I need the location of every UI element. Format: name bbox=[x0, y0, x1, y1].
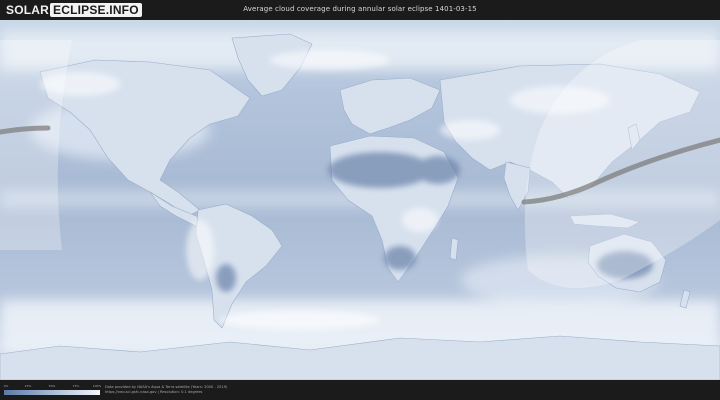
legend-tick-25: 25% bbox=[24, 384, 32, 388]
cloud-coverage-legend: 0% 25% 50% 75% 100% bbox=[3, 384, 102, 396]
world-map-svg bbox=[0, 20, 720, 380]
legend-color-bar bbox=[4, 390, 100, 395]
legend-tick-75: 75% bbox=[72, 384, 80, 388]
data-credits: Data provided by NASA's Aqua & Terra sat… bbox=[105, 385, 227, 395]
cloud-coverage-map bbox=[0, 20, 720, 380]
legend-tick-100: 100% bbox=[92, 384, 102, 388]
legend-ticks: 0% 25% 50% 75% 100% bbox=[3, 384, 102, 389]
header-bar: SOLAR ECLIPSE.INFO Average cloud coverag… bbox=[0, 0, 720, 20]
legend-tick-50: 50% bbox=[48, 384, 56, 388]
footer-bar: 0% 25% 50% 75% 100% Data provided by NAS… bbox=[0, 380, 720, 400]
page-title: Average cloud coverage during annular so… bbox=[243, 5, 477, 13]
legend-tick-0: 0% bbox=[3, 384, 9, 388]
credits-line-2[interactable]: https://neo.sci.gsfc.nasa.gov | Resoluti… bbox=[105, 390, 227, 395]
